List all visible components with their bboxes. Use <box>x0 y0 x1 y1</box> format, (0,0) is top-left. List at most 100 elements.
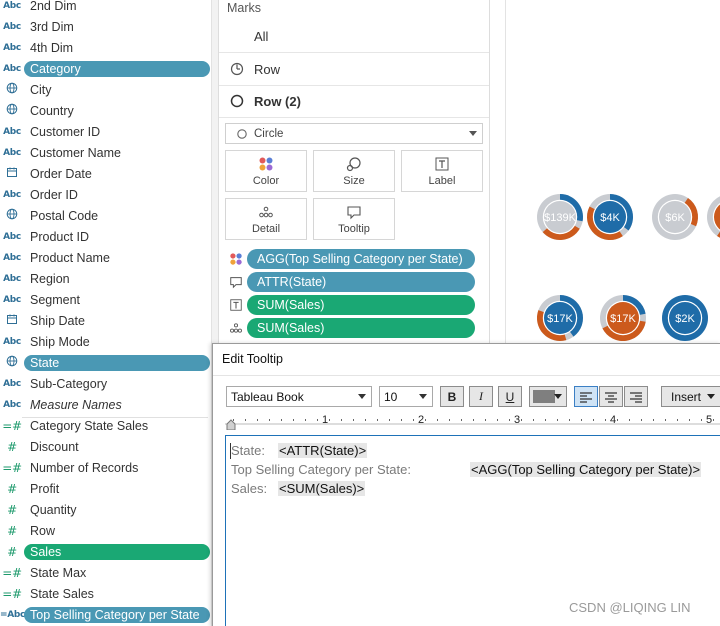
field-item[interactable]: State <box>0 352 211 373</box>
label-t-icon <box>230 299 242 311</box>
size-button[interactable]: Size <box>313 150 395 192</box>
tooltip-field-token[interactable]: <AGG(Top Selling Category per State)> <box>470 462 702 477</box>
ruler-tick <box>341 419 342 421</box>
tooltip-bubble-icon <box>347 205 361 219</box>
donut-value-label: $17K <box>610 313 636 325</box>
field-item[interactable]: Abc Ship Mode <box>0 331 211 352</box>
ruler: 1 2 3 4 5 <box>225 414 720 430</box>
field-item[interactable]: Abc 3rd Dim <box>0 16 211 37</box>
donut-mark[interactable]: $6K <box>652 194 698 240</box>
field-item[interactable]: City <box>0 79 211 100</box>
marks-row-row[interactable]: Row <box>219 53 489 86</box>
text-color-picker[interactable] <box>529 386 567 407</box>
detail-button[interactable]: Detail <box>225 198 307 240</box>
color-button[interactable]: Color <box>225 150 307 192</box>
align-center-button[interactable] <box>599 386 623 407</box>
field-item[interactable]: Abc 4th Dim <box>0 37 211 58</box>
marks-row-all[interactable]: All <box>219 20 489 53</box>
field-label: Country <box>30 103 74 118</box>
tooltip-bubble-icon <box>230 277 242 289</box>
marks-pill-color[interactable]: AGG(Top Selling Category per State) <box>225 249 485 269</box>
field-item[interactable]: =Abc Top Selling Category per State <box>0 604 211 625</box>
field-item[interactable]: Order Date <box>0 163 211 184</box>
field-label: Customer ID <box>30 124 101 139</box>
field-item[interactable]: Abc 2nd Dim <box>0 0 211 16</box>
edit-tooltip-dialog: Edit Tooltip Tableau Book 10 B I U Inser… <box>212 343 720 626</box>
field-label: State <box>24 354 210 371</box>
detail-dots-icon <box>259 206 273 217</box>
watermark: CSDN @LIQING LIN <box>569 600 691 615</box>
field-item[interactable]: # Quantity <box>0 499 211 520</box>
abc-icon: Abc <box>3 126 21 137</box>
font-family-select[interactable]: Tableau Book <box>226 386 372 407</box>
donut-mark[interactable]: $139K <box>537 194 583 240</box>
marks-pill-label[interactable]: SUM(Sales) <box>225 295 485 315</box>
align-left-button[interactable] <box>574 386 598 407</box>
tooltip-field-token[interactable]: <ATTR(State)> <box>278 443 368 458</box>
ruler-tick <box>509 419 510 421</box>
field-label: Product Name <box>30 250 110 265</box>
field-item[interactable]: Abc Sub-Category <box>0 373 211 394</box>
field-item[interactable]: Abc Measure Names <box>0 394 211 415</box>
label-button[interactable]: Label <box>401 150 483 192</box>
ruler-tick <box>293 419 294 421</box>
field-item[interactable]: # Discount <box>0 436 211 457</box>
ruler-tick <box>581 419 582 421</box>
field-item[interactable]: Abc Product ID <box>0 226 211 247</box>
field-item[interactable]: =# State Sales <box>0 583 211 604</box>
field-item[interactable]: Abc Region <box>0 268 211 289</box>
field-label: Measure Names <box>30 397 122 412</box>
ruler-tick <box>329 419 330 421</box>
ruler-tick <box>401 419 402 421</box>
calc-hash-icon: =# <box>2 418 22 433</box>
align-right-button[interactable] <box>624 386 648 407</box>
marks-pill-detail[interactable]: SUM(Sales) <box>225 318 485 338</box>
globe-icon <box>0 355 24 370</box>
chevron-down-icon[interactable] <box>358 394 366 399</box>
field-item[interactable]: Abc Customer Name <box>0 142 211 163</box>
label-button-label: Label <box>428 174 456 187</box>
tooltip-button[interactable]: Tooltip <box>313 198 395 240</box>
field-item[interactable]: Country <box>0 100 211 121</box>
chevron-down-icon[interactable] <box>469 131 477 136</box>
tooltip-text-editor[interactable]: State: <ATTR(State)> Top Selling Categor… <box>225 435 720 626</box>
bold-button[interactable]: B <box>440 386 464 407</box>
font-size-select[interactable]: 10 <box>379 386 433 407</box>
donut-value-label: $6K <box>665 212 685 224</box>
field-label: Order ID <box>30 187 78 202</box>
donut-mark[interactable]: $17K <box>600 295 646 341</box>
field-item[interactable]: Abc Order ID <box>0 184 211 205</box>
field-item[interactable]: # Row <box>0 520 211 541</box>
field-item[interactable]: Abc Segment <box>0 289 211 310</box>
field-item[interactable]: Abc Product Name <box>0 247 211 268</box>
field-item[interactable]: =# Category State Sales <box>0 415 211 436</box>
donut-mark[interactable]: $17K <box>537 295 583 341</box>
field-item[interactable]: # Sales <box>0 541 211 562</box>
marks-row-row-2[interactable]: Row (2) <box>219 85 489 118</box>
donut-mark[interactable]: $2K <box>662 295 708 341</box>
field-item[interactable]: =# State Max <box>0 562 211 583</box>
field-label: Number of Records <box>30 460 139 475</box>
field-item[interactable]: Abc Customer ID <box>0 121 211 142</box>
field-item[interactable]: Ship Date <box>0 310 211 331</box>
tooltip-field-token[interactable]: <SUM(Sales)> <box>278 481 366 496</box>
field-item[interactable]: Abc Category <box>0 58 211 79</box>
mark-type-dropdown[interactable]: Circle <box>225 123 483 144</box>
field-item[interactable]: =# Number of Records <box>0 457 211 478</box>
chevron-down-icon <box>707 394 715 399</box>
ruler-tick <box>545 419 546 421</box>
underline-button[interactable]: U <box>498 386 522 407</box>
insert-button[interactable]: Insert <box>661 386 720 407</box>
align-center-icon <box>605 391 617 403</box>
chevron-down-icon[interactable] <box>419 394 427 399</box>
marks-pill-tooltip[interactable]: ATTR(State) <box>225 272 485 292</box>
field-item[interactable]: # Profit <box>0 478 211 499</box>
italic-button[interactable]: I <box>469 386 493 407</box>
donut-mark[interactable]: $4K <box>587 194 633 240</box>
donut-mark[interactable] <box>707 194 720 240</box>
ruler-tick <box>233 419 234 421</box>
abc-icon: Abc <box>3 21 21 32</box>
field-item[interactable]: Postal Code <box>0 205 211 226</box>
field-label: Sales <box>24 543 210 560</box>
ruler-tick <box>629 419 630 421</box>
